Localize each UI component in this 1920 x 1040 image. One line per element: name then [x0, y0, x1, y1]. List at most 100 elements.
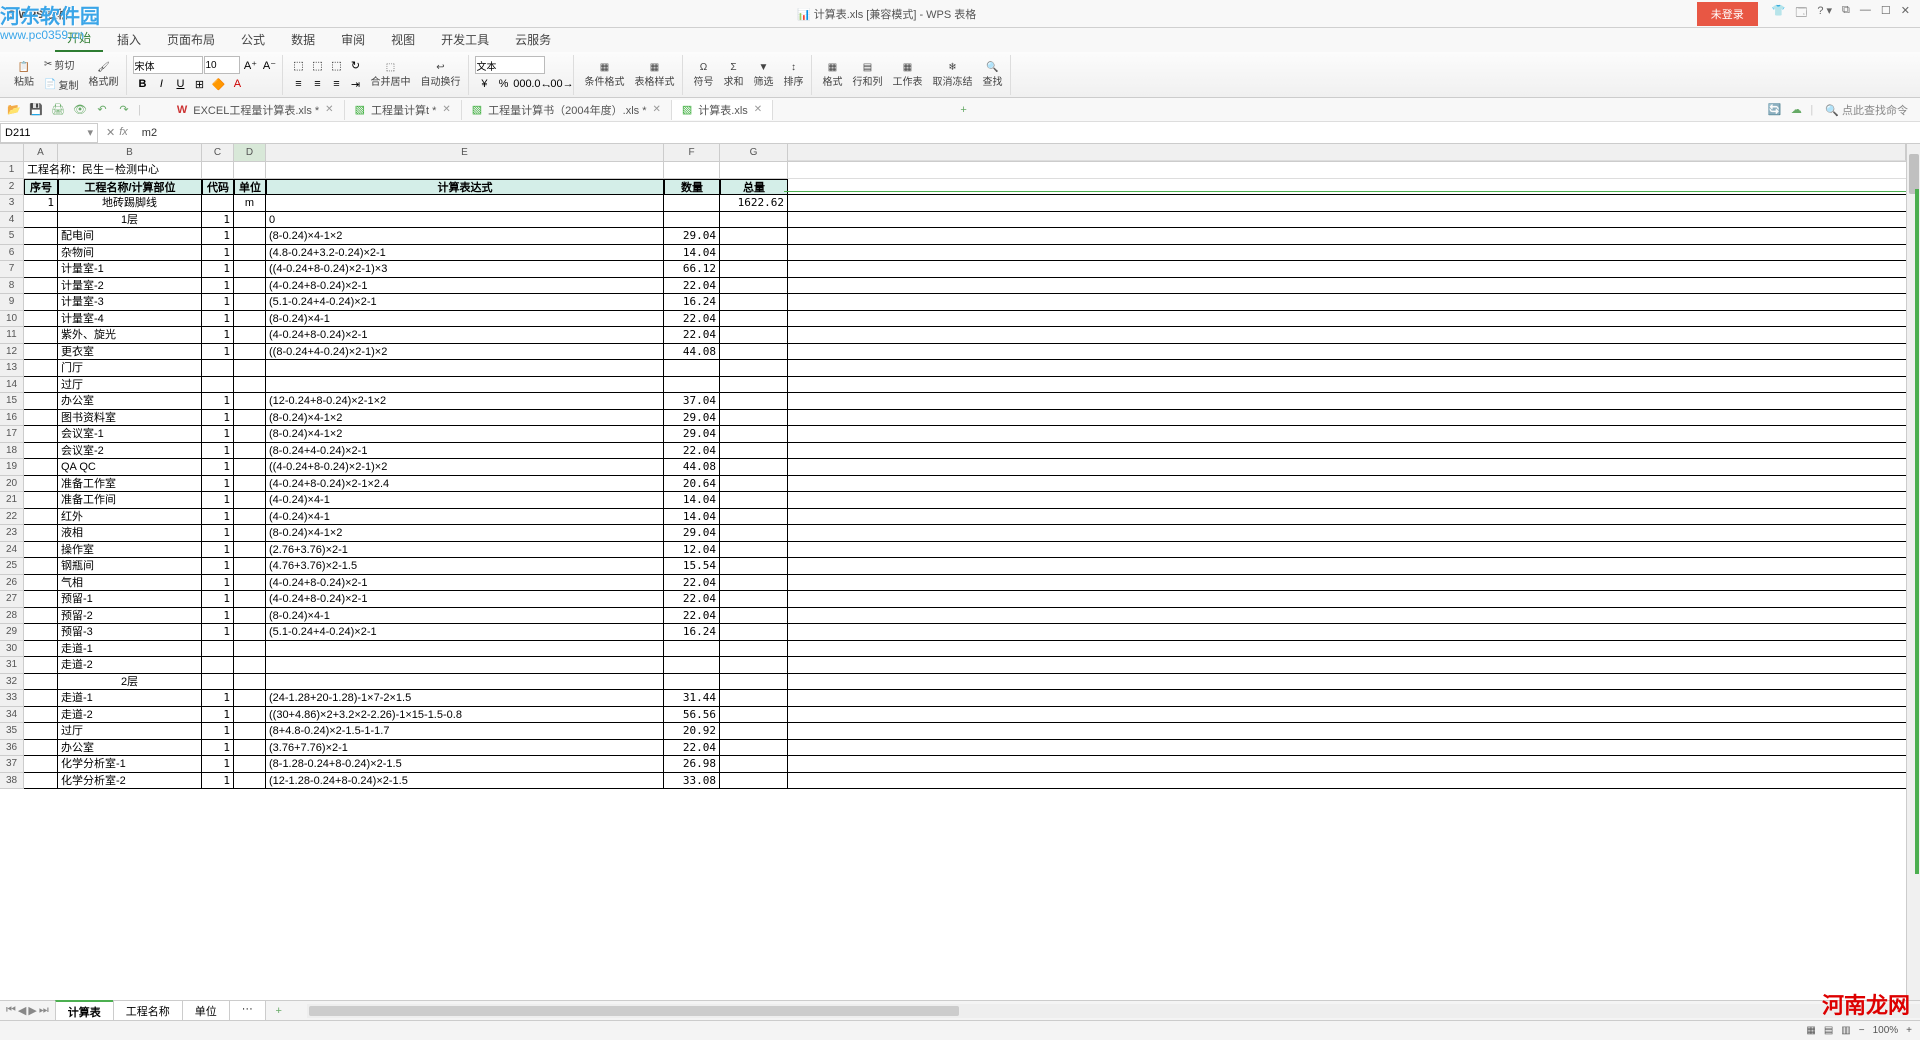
cell-G19[interactable] — [720, 459, 788, 476]
cell-F21[interactable]: 14.04 — [664, 492, 720, 509]
sheet-tab-0[interactable]: 计算表 — [55, 1000, 114, 1022]
sheet-tab-3[interactable]: ··· — [229, 1000, 266, 1022]
sort-button[interactable]: ↕排序 — [779, 60, 807, 90]
cell-D21[interactable] — [234, 492, 266, 509]
cell-G24[interactable] — [720, 542, 788, 559]
row-header[interactable]: 30 — [0, 641, 24, 658]
cell-C4[interactable]: 1 — [202, 212, 234, 229]
cell-E10[interactable]: (8-0.24)×4-1 — [266, 311, 664, 328]
cell-C31[interactable] — [202, 657, 234, 674]
cell-E7[interactable]: ((4-0.24+8-0.24)×2-1)×3 — [266, 261, 664, 278]
cell-C10[interactable]: 1 — [202, 311, 234, 328]
fx-cancel-icon[interactable]: ✕ — [106, 126, 115, 139]
copy-button[interactable]: 📄 复制 — [40, 75, 82, 94]
cell-F1[interactable] — [664, 162, 720, 179]
cell-C22[interactable]: 1 — [202, 509, 234, 526]
size-select[interactable] — [204, 56, 240, 74]
maximize-icon[interactable]: ☐ — [1881, 4, 1891, 23]
cell-G37[interactable] — [720, 756, 788, 773]
cell-D34[interactable] — [234, 707, 266, 724]
italic-icon[interactable]: I — [152, 75, 170, 93]
shirt-icon[interactable]: 👕 — [1772, 4, 1786, 23]
cell-A13[interactable] — [24, 360, 58, 377]
cell-G35[interactable] — [720, 723, 788, 740]
cell-E3[interactable] — [266, 195, 664, 212]
login-button[interactable]: 未登录 — [1697, 2, 1758, 26]
cell-C15[interactable]: 1 — [202, 393, 234, 410]
zoom-level[interactable]: 100% — [1873, 1025, 1899, 1036]
cell-E16[interactable]: (8-0.24)×4-1×2 — [266, 410, 664, 427]
cell-F29[interactable]: 16.24 — [664, 624, 720, 641]
cell-D10[interactable] — [234, 311, 266, 328]
cell-G17[interactable] — [720, 426, 788, 443]
menutab-7[interactable]: 开发工具 — [429, 27, 501, 52]
row-header[interactable]: 26 — [0, 575, 24, 592]
cell-B16[interactable]: 图书资料室 — [58, 410, 202, 427]
cell-F30[interactable] — [664, 641, 720, 658]
cell-B22[interactable]: 红外 — [58, 509, 202, 526]
cell-D26[interactable] — [234, 575, 266, 592]
cell-A38[interactable] — [24, 773, 58, 790]
prev-sheet-icon[interactable]: ◀ — [18, 1004, 26, 1017]
col-header-C[interactable]: C — [202, 144, 234, 161]
row-header[interactable]: 25 — [0, 558, 24, 575]
cell-B35[interactable]: 过厅 — [58, 723, 202, 740]
cell-D33[interactable] — [234, 690, 266, 707]
increase-font-icon[interactable]: A⁺ — [241, 56, 259, 74]
border-icon[interactable]: ⊞ — [190, 75, 208, 93]
cell-C33[interactable]: 1 — [202, 690, 234, 707]
cell-F19[interactable]: 44.08 — [664, 459, 720, 476]
row-header[interactable]: 10 — [0, 311, 24, 328]
cell-A14[interactable] — [24, 377, 58, 394]
cell-B24[interactable]: 操作室 — [58, 542, 202, 559]
cell-D4[interactable] — [234, 212, 266, 229]
cell-A20[interactable] — [24, 476, 58, 493]
cell-G18[interactable] — [720, 443, 788, 460]
col-header-F[interactable]: F — [664, 144, 720, 161]
cell-G1[interactable] — [720, 162, 788, 179]
cell-C30[interactable] — [202, 641, 234, 658]
currency-icon[interactable]: ¥ — [475, 75, 493, 93]
merge-center-button[interactable]: ⬚合并居中 — [366, 60, 414, 90]
cell-D6[interactable] — [234, 245, 266, 262]
row-header[interactable]: 31 — [0, 657, 24, 674]
row-header[interactable]: 29 — [0, 624, 24, 641]
cell-A23[interactable] — [24, 525, 58, 542]
cell-G38[interactable] — [720, 773, 788, 790]
cell-C25[interactable]: 1 — [202, 558, 234, 575]
cell-G31[interactable] — [720, 657, 788, 674]
cell-D3[interactable]: m — [234, 195, 266, 212]
first-sheet-icon[interactable]: ⏮ — [6, 1004, 16, 1017]
cell-A12[interactable] — [24, 344, 58, 361]
cell-A15[interactable] — [24, 393, 58, 410]
close-icon[interactable]: ✕ — [1901, 4, 1910, 23]
redo-icon[interactable]: ↷ — [116, 102, 132, 118]
cell-D12[interactable] — [234, 344, 266, 361]
cell-C14[interactable] — [202, 377, 234, 394]
row-header[interactable]: 33 — [0, 690, 24, 707]
cloud-icon[interactable]: ☁ — [1788, 102, 1804, 118]
cell-F35[interactable]: 20.92 — [664, 723, 720, 740]
conditional-format-button[interactable]: ▦条件格式 — [580, 60, 628, 90]
cell-C6[interactable]: 1 — [202, 245, 234, 262]
cell-E31[interactable] — [266, 657, 664, 674]
cell-D17[interactable] — [234, 426, 266, 443]
cell-B36[interactable]: 办公室 — [58, 740, 202, 757]
format-painter-button[interactable]: 🖌格式刷 — [84, 60, 122, 90]
cell-B3[interactable]: 地砖踢脚线 — [58, 195, 202, 212]
cell-E9[interactable]: (5.1-0.24+4-0.24)×2-1 — [266, 294, 664, 311]
cell-C38[interactable]: 1 — [202, 773, 234, 790]
cell-C2[interactable]: 代码 — [202, 179, 234, 196]
close-tab-icon[interactable]: ✕ — [652, 104, 660, 115]
cell-C35[interactable]: 1 — [202, 723, 234, 740]
cell-A1[interactable]: 工程名称：民生－检测中心 — [24, 162, 58, 179]
cell-G27[interactable] — [720, 591, 788, 608]
cell-B18[interactable]: 会议室-2 — [58, 443, 202, 460]
cell-E38[interactable]: (12-1.28-0.24+8-0.24)×2-1.5 — [266, 773, 664, 790]
cell-F31[interactable] — [664, 657, 720, 674]
cell-B14[interactable]: 过厅 — [58, 377, 202, 394]
menutab-4[interactable]: 数据 — [279, 27, 327, 52]
cell-F20[interactable]: 20.64 — [664, 476, 720, 493]
cell-D37[interactable] — [234, 756, 266, 773]
cell-E6[interactable]: (4.8-0.24+3.2-0.24)×2-1 — [266, 245, 664, 262]
